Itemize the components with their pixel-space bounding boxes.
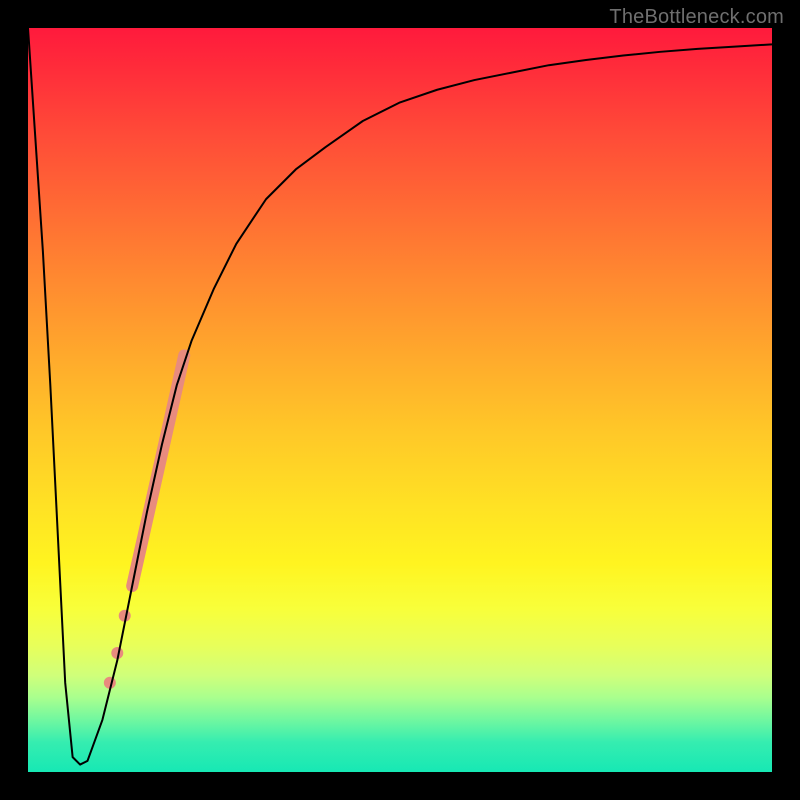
chart-svg [28, 28, 772, 772]
bottleneck-curve [28, 28, 772, 765]
chart-frame: TheBottleneck.com [0, 0, 800, 800]
watermark-text: TheBottleneck.com [609, 6, 784, 29]
plot-area [28, 28, 772, 772]
